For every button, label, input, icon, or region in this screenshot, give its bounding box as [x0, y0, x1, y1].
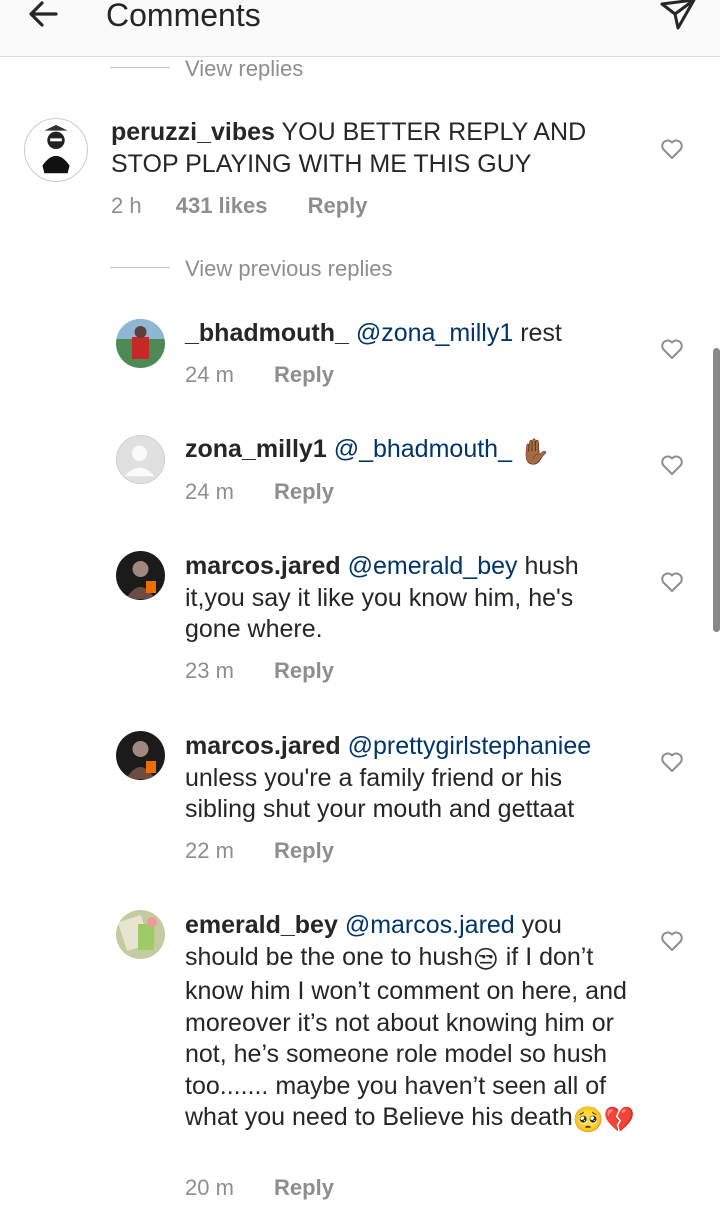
reply-text: unless you're a family friend or his sib… [185, 763, 575, 824]
heart-outline-icon[interactable] [659, 452, 685, 478]
avatar[interactable] [116, 319, 165, 368]
reply-username[interactable]: zona_milly1 [185, 435, 327, 463]
avatar[interactable] [116, 551, 165, 600]
reply-text: rest [520, 319, 562, 347]
reply-username[interactable]: emerald_bey [185, 911, 338, 939]
reply-meta: 22 m Reply [185, 838, 334, 864]
heart-outline-icon[interactable] [659, 136, 685, 162]
heart-outline-icon[interactable] [659, 336, 685, 362]
heart-outline-icon[interactable] [659, 749, 685, 775]
avatar[interactable] [116, 910, 165, 959]
divider-line [110, 67, 170, 68]
pleading-broken-heart-emoji: 🥺💔 [572, 1106, 636, 1134]
reply-body: marcos.jared @emerald_bey hush it,you sa… [185, 551, 635, 646]
heart-outline-icon[interactable] [659, 928, 685, 954]
view-previous-replies-link[interactable]: View previous replies [185, 256, 392, 282]
mention-link[interactable]: @zona_milly1 [356, 319, 513, 347]
unamused-emoji: 😒 [472, 945, 499, 974]
reply-body: marcos.jared @prettygirlstephaniee unles… [185, 731, 635, 826]
mention-link[interactable]: @emerald_bey [348, 552, 518, 580]
avatar[interactable] [24, 118, 88, 182]
reply-time: 24 m [185, 479, 234, 504]
reply-body: zona_milly1 @_bhadmouth_ ✋🏾 [185, 434, 635, 469]
reply-button[interactable]: Reply [274, 479, 334, 505]
reply-meta: 24 m Reply [185, 479, 334, 505]
reply-meta: 24 m Reply [185, 362, 334, 388]
divider-line [110, 267, 170, 268]
reply-username[interactable]: _bhadmouth_ [185, 319, 349, 347]
comment-username[interactable]: peruzzi_vibes [111, 118, 275, 146]
reply-button[interactable]: Reply [274, 658, 334, 684]
reply-username[interactable]: marcos.jared [185, 732, 341, 760]
reply-body: emerald_bey @marcos.jared you should be … [185, 910, 640, 1137]
view-replies-link[interactable]: View replies [185, 56, 303, 82]
reply-time: 24 m [185, 362, 234, 387]
paper-plane-icon[interactable] [656, 0, 700, 36]
comment-time: 2 h [111, 193, 142, 218]
reply-body: _bhadmouth_ @zona_milly1 rest [185, 318, 635, 350]
page-title: Comments [106, 0, 261, 33]
reply-time: 23 m [185, 658, 234, 683]
arrow-left-icon[interactable] [22, 0, 66, 36]
reply-time: 20 m [185, 1175, 234, 1200]
reply-button[interactable]: Reply [274, 1175, 334, 1201]
reply-meta: 23 m Reply [185, 658, 334, 684]
reply-meta: 20 m Reply [185, 1175, 334, 1201]
reply-button[interactable]: Reply [308, 193, 368, 219]
scrollbar[interactable] [713, 348, 720, 632]
reply-time: 22 m [185, 838, 234, 863]
raised-hand-emoji: ✋🏾 [518, 438, 551, 466]
mention-link[interactable]: @_bhadmouth_ [334, 435, 512, 463]
reply-username[interactable]: marcos.jared [185, 552, 341, 580]
comment-meta: 2 h 431 likes Reply [111, 193, 368, 219]
avatar[interactable] [116, 731, 165, 780]
comment-body: peruzzi_vibes YOU BETTER REPLY AND STOP … [111, 117, 631, 180]
reply-button[interactable]: Reply [274, 362, 334, 388]
reply-button[interactable]: Reply [274, 838, 334, 864]
likes-count[interactable]: 431 likes [176, 193, 268, 219]
default-avatar-icon[interactable] [116, 435, 165, 484]
mention-link[interactable]: @marcos.jared [345, 911, 515, 939]
top-bar: Comments [0, 0, 720, 57]
mention-link[interactable]: @prettygirlstephaniee [348, 732, 592, 760]
heart-outline-icon[interactable] [659, 569, 685, 595]
